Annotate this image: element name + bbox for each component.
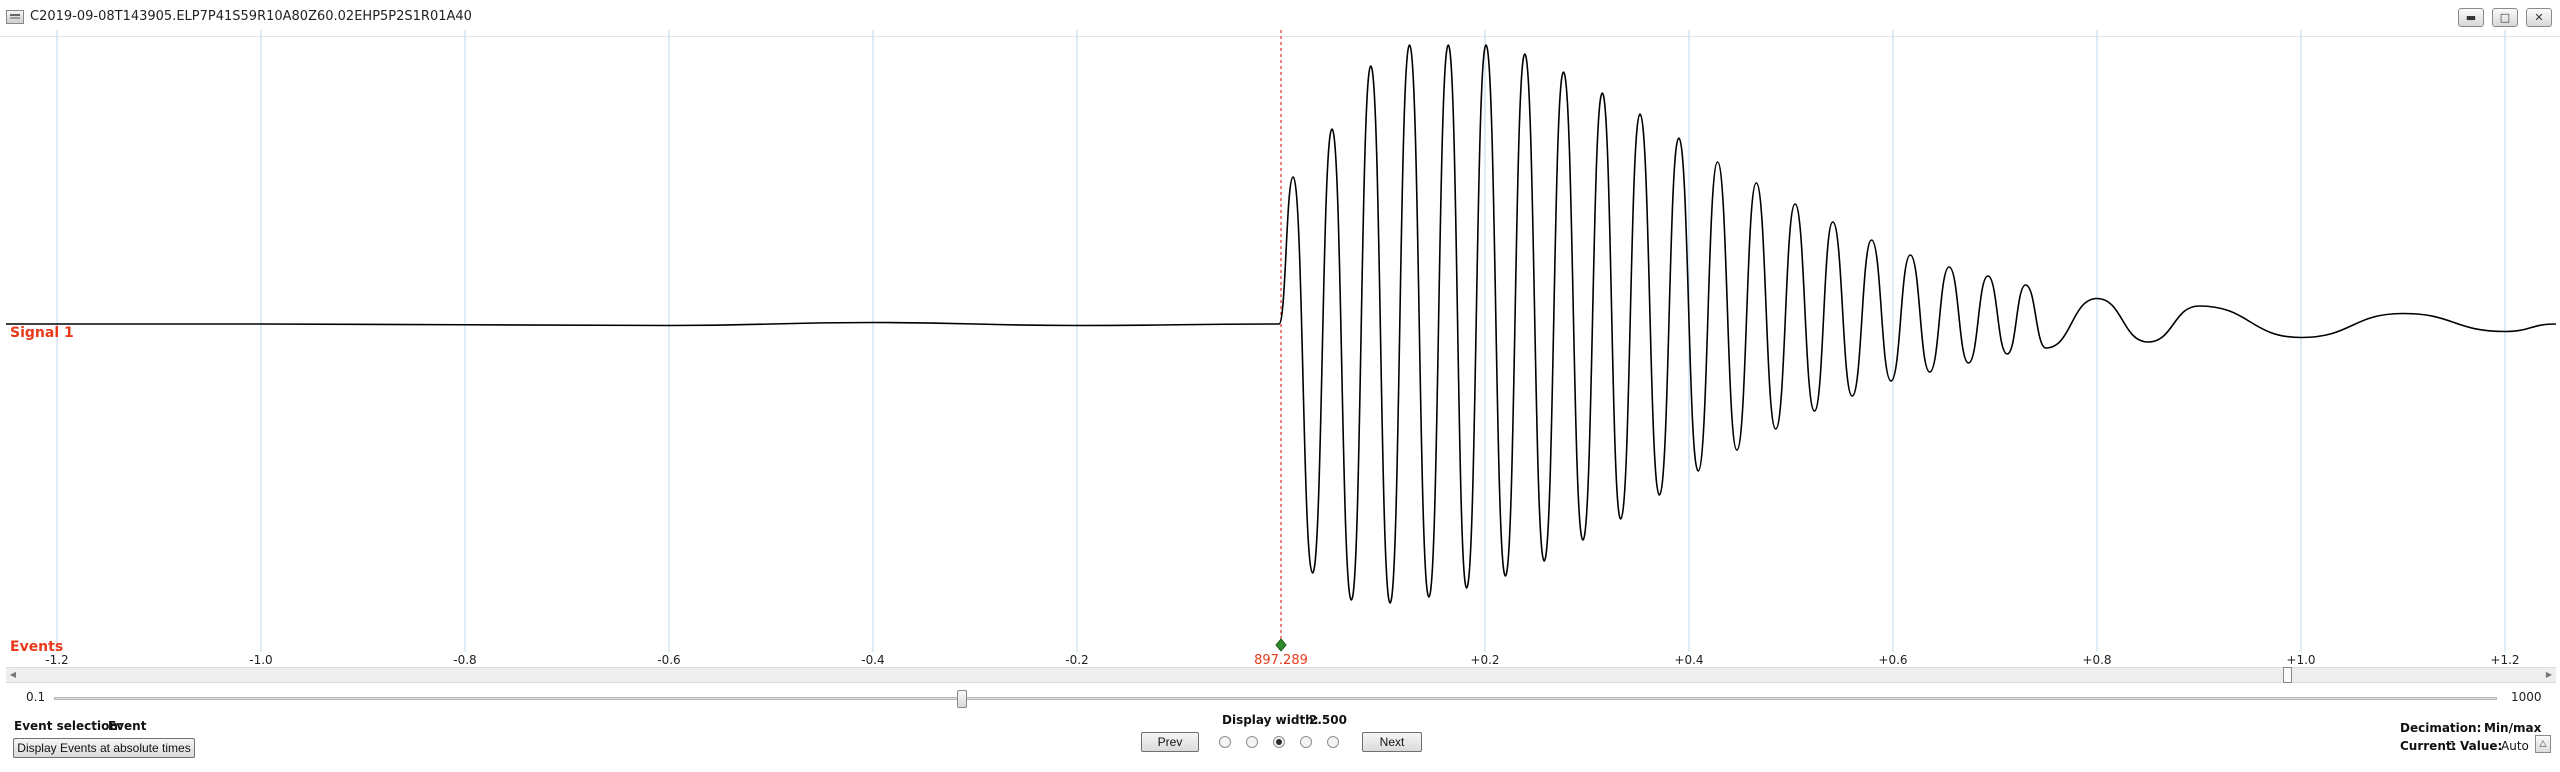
radio-option-3[interactable] (1273, 736, 1285, 748)
value-value[interactable]: Auto (2501, 739, 2529, 753)
triangle-up-icon[interactable]: △ (2535, 735, 2551, 753)
zoom-slider-thumb[interactable] (957, 690, 967, 708)
x-tick-label: +0.2 (1470, 653, 1499, 667)
x-tick-label: -0.4 (861, 653, 884, 667)
current-value[interactable]: 1 (2449, 739, 2457, 753)
radio-option-4[interactable] (1300, 736, 1312, 748)
horizontal-scrollbar[interactable]: ◀ ▶ (6, 667, 2556, 683)
event-selection-label: Event selection: (14, 719, 123, 733)
scroll-thumb[interactable] (2283, 667, 2293, 683)
current-label: Current: (2400, 739, 2457, 753)
x-tick-label: -1.0 (249, 653, 272, 667)
value-label: Value: (2460, 739, 2503, 753)
x-tick-label: +0.6 (1878, 653, 1907, 667)
next-button[interactable]: Next (1362, 732, 1422, 752)
x-tick-label: +0.8 (2082, 653, 2111, 667)
signal-plot[interactable]: Signal 1 Events -1.2 -1.0 -0.8 -0.6 -0.4 -0.2… (0, 0, 2560, 670)
display-events-absolute-button[interactable]: Display Events at absolute times (13, 738, 195, 758)
x-tick-label: +0.4 (1674, 653, 1703, 667)
zoom-min-label: 0.1 (26, 690, 46, 704)
x-axis-ticks: -1.2 -1.0 -0.8 -0.6 -0.4 -0.2 897.289 +0.2 +0.4 +… (45, 653, 2519, 668)
event-diamond-icon[interactable] (1275, 638, 1287, 652)
x-tick-label: -0.2 (1065, 653, 1088, 667)
x-tick-label: +1.0 (2286, 653, 2315, 667)
radio-option-2[interactable] (1246, 736, 1258, 748)
x-tick-label: +1.2 (2490, 653, 2519, 667)
scroll-left-icon[interactable]: ◀ (6, 668, 20, 682)
zoom-slider-track[interactable] (54, 697, 2497, 700)
x-tick-label: -0.6 (657, 653, 680, 667)
zoom-max-label: 1000 (2511, 690, 2542, 704)
x-tick-label: -1.2 (45, 653, 68, 667)
decimation-value[interactable]: Min/max (2484, 721, 2541, 735)
event-marker-label: 897.289 (1254, 653, 1308, 668)
decimation-label: Decimation: (2400, 721, 2482, 735)
radio-option-1[interactable] (1219, 736, 1231, 748)
display-width-value: 2.500 (1309, 713, 1347, 727)
x-tick-label: -0.8 (453, 653, 476, 667)
scroll-right-icon[interactable]: ▶ (2542, 668, 2556, 682)
display-width-label: Display width: (1222, 713, 1319, 727)
signal-label: Signal 1 (10, 325, 74, 341)
prev-button[interactable]: Prev (1141, 732, 1199, 752)
radio-option-5[interactable] (1327, 736, 1339, 748)
event-selection-value[interactable]: Event (108, 719, 146, 733)
